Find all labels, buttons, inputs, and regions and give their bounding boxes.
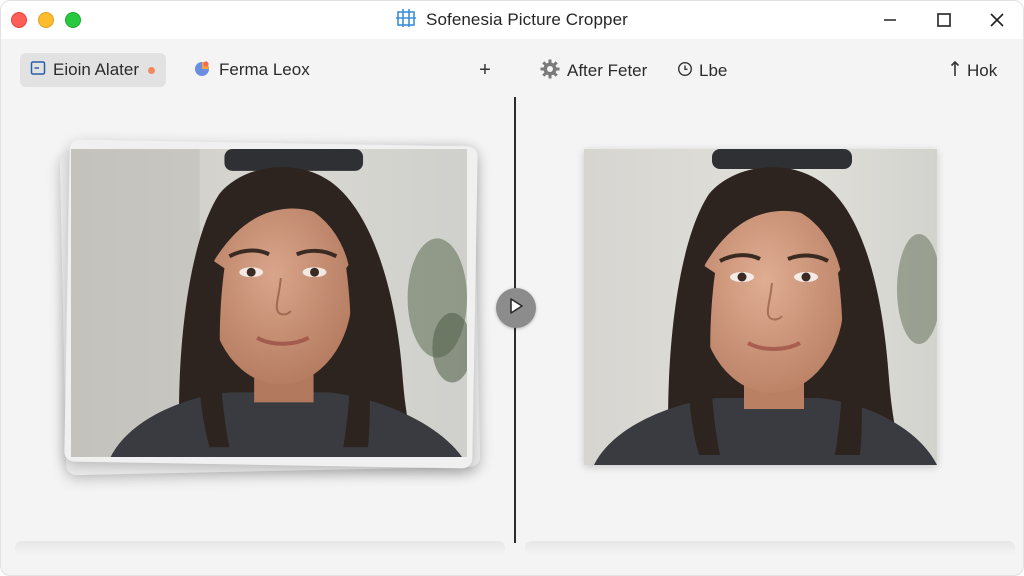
after-filter-button[interactable]: After Feter (539, 59, 647, 83)
crop-grid-icon (395, 8, 417, 33)
clock-icon (677, 61, 693, 82)
toolbar: Eioin Alater Ferma Leox + After Feter Lb… (1, 39, 1023, 135)
gear-icon (539, 58, 561, 85)
hok-label: Hok (967, 61, 998, 80)
frame-icon (30, 60, 46, 81)
before-panel-base (15, 541, 505, 555)
time-label: Lbe (699, 61, 728, 80)
before-photo[interactable] (71, 149, 467, 457)
window-title-group: Sofenesia Picture Cropper (395, 8, 628, 33)
tab-second[interactable]: Ferma Leox (182, 53, 320, 87)
hok-button[interactable]: Hok (949, 59, 997, 83)
maximize-icon[interactable] (933, 9, 955, 31)
minimize-icon[interactable] (879, 9, 901, 31)
close-icon[interactable] (986, 9, 1008, 31)
window-title: Sofenesia Picture Cropper (426, 10, 628, 29)
unsaved-indicator (148, 66, 155, 74)
sort-icon (949, 60, 961, 83)
time-button[interactable]: Lbe (677, 59, 727, 83)
compare-handle[interactable] (496, 288, 536, 328)
color-pie-icon (192, 58, 212, 83)
before-photo-stack (59, 139, 481, 476)
minimize-window-button[interactable] (38, 12, 54, 28)
tab-before[interactable]: Eioin Alater (20, 53, 166, 87)
tab-before-label: Eioin Alater (53, 60, 139, 79)
add-tab-button[interactable]: + (475, 58, 495, 82)
after-panel-base (525, 541, 1015, 555)
title-bar: Sofenesia Picture Cropper (1, 1, 1023, 39)
tab-second-label: Ferma Leox (219, 60, 310, 79)
close-window-button[interactable] (11, 12, 27, 28)
after-filter-label: After Feter (567, 61, 648, 80)
app-window: Sofenesia Picture Cropper Eioin Alater F… (0, 0, 1024, 576)
after-photo[interactable] (584, 149, 937, 465)
zoom-window-button[interactable] (65, 12, 81, 28)
play-icon (507, 296, 525, 321)
